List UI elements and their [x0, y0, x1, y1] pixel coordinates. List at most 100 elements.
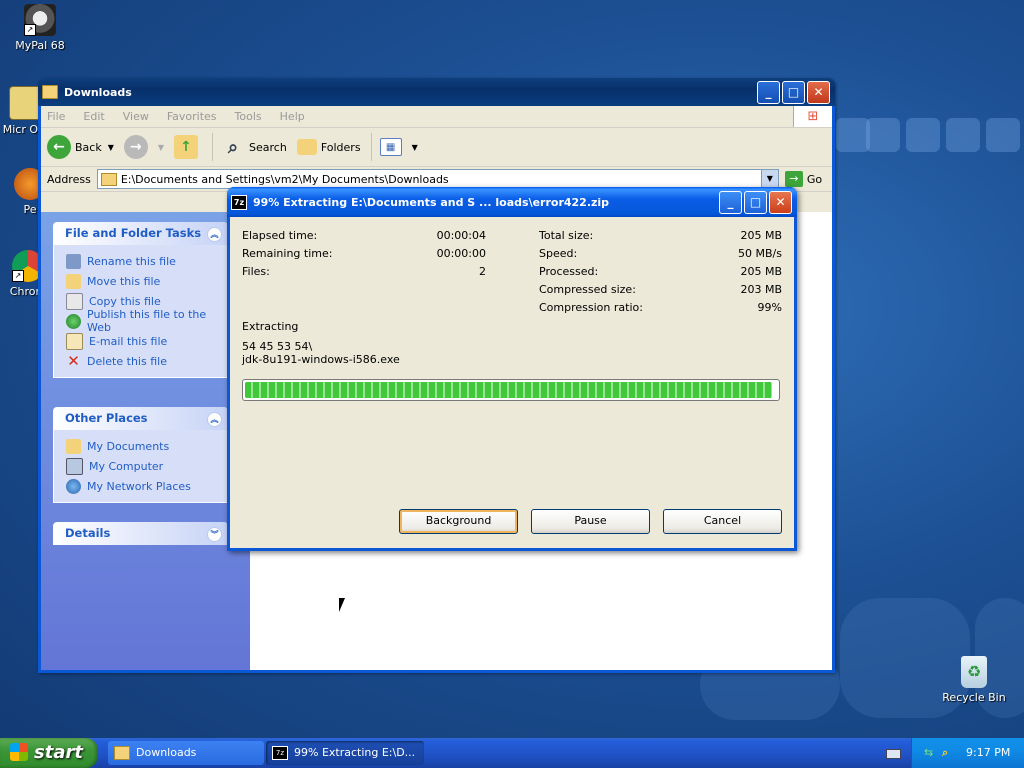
toolbar-divider: [370, 133, 372, 161]
start-label: start: [34, 742, 83, 763]
task-label: Copy this file: [89, 294, 161, 308]
speed-label: Speed:: [539, 247, 578, 260]
taskbar-item-label: Downloads: [136, 746, 197, 759]
compression-ratio-label: Compression ratio:: [539, 301, 643, 314]
forward-arrow-icon: →: [123, 135, 148, 159]
task-delete[interactable]: ✕ Delete this file: [66, 351, 227, 371]
progress-fill: [245, 382, 772, 398]
extract-progress-dialog[interactable]: 7z 99% Extracting E:\Documents and S ...…: [227, 187, 797, 551]
current-path-line1: 54 45 53 54\: [242, 340, 313, 353]
forward-button[interactable]: → ▼: [123, 135, 164, 159]
menu-tools[interactable]: Tools: [235, 110, 262, 123]
collapse-chevron-icon[interactable]: ︽: [207, 227, 222, 242]
task-label: Move this file: [87, 274, 161, 288]
taskbar: start Downloads 7z 99% Extracting E:\D..…: [0, 738, 1024, 768]
panel-header[interactable]: File and Folder Tasks ︽: [53, 222, 228, 245]
panel-header[interactable]: Other Places ︽: [53, 407, 228, 430]
up-folder-button[interactable]: ↑: [174, 135, 202, 159]
folders-icon: [296, 139, 317, 155]
chevron-down-icon[interactable]: ▼: [158, 143, 164, 152]
task-label: E-mail this file: [89, 334, 168, 348]
task-rename[interactable]: Rename this file: [66, 251, 227, 271]
minimize-button[interactable]: _: [719, 190, 742, 214]
envelope-icon: [66, 332, 83, 350]
desktop-icon-label: Recycle Bin: [942, 691, 1006, 704]
clock[interactable]: 9:17 PM: [966, 738, 1010, 768]
menu-file[interactable]: File: [47, 110, 65, 123]
task-publish[interactable]: Publish this file to the Web: [66, 308, 227, 334]
explorer-toolbar: ← Back ▼ → ▼ ↑ ⌕ Search Folders ▦ ▼: [41, 128, 832, 167]
close-button[interactable]: ✕: [769, 190, 792, 214]
place-my-documents[interactable]: My Documents: [66, 436, 227, 456]
globe-icon: [66, 313, 81, 329]
maximize-button[interactable]: □: [744, 190, 767, 214]
seven-zip-icon: 7z: [231, 194, 247, 210]
task-label: Delete this file: [87, 354, 167, 368]
go-arrow-icon: →: [784, 171, 803, 187]
dialog-titlebar[interactable]: 7z 99% Extracting E:\Documents and S ...…: [227, 187, 797, 217]
search-icon: ⌕: [227, 136, 239, 158]
copy-icon: [66, 292, 83, 310]
menu-edit[interactable]: Edit: [83, 110, 104, 123]
file-folder-tasks-panel: File and Folder Tasks ︽ Rename this file…: [53, 222, 228, 378]
rename-icon: [66, 253, 81, 269]
chevron-down-icon[interactable]: ▼: [108, 143, 114, 152]
menu-bar: File Edit View Favorites Tools Help ⊞: [41, 106, 832, 128]
expand-chevron-icon[interactable]: ︾: [207, 527, 222, 542]
compression-ratio-value: 99%: [757, 301, 782, 314]
place-my-network-places[interactable]: My Network Places: [66, 476, 227, 496]
menu-help[interactable]: Help: [280, 110, 305, 123]
search-button[interactable]: ⌕ Search: [221, 135, 287, 159]
taskbar-item-downloads[interactable]: Downloads: [108, 741, 264, 765]
search-icon[interactable]: ⌕: [942, 738, 948, 768]
go-button[interactable]: → Go: [784, 171, 822, 187]
desktop-icon-label: MyPal 68: [15, 39, 65, 52]
windows-logo-icon: ⊞: [793, 106, 832, 127]
menu-view[interactable]: View: [123, 110, 149, 123]
start-button[interactable]: start: [0, 738, 98, 768]
address-value: E:\Documents and Settings\vm2\My Documen…: [120, 172, 449, 186]
close-button[interactable]: ✕: [807, 80, 830, 104]
current-path-line2: jdk-8u191-windows-i586.exe: [242, 353, 400, 366]
processed-value: 205 MB: [740, 265, 782, 278]
place-label: My Computer: [89, 459, 164, 473]
up-folder-icon: ↑: [174, 135, 199, 159]
menu-favorites[interactable]: Favorites: [167, 110, 217, 123]
task-email[interactable]: E-mail this file: [66, 331, 227, 351]
mouse-cursor-icon: [339, 598, 351, 612]
windows-flag-icon: [10, 743, 28, 761]
desktop-icon-mypal[interactable]: ↗ MyPal 68: [0, 4, 80, 52]
maximize-button[interactable]: □: [782, 80, 805, 104]
place-my-computer[interactable]: My Computer: [66, 456, 227, 476]
chevron-down-icon[interactable]: ▼: [760, 170, 778, 188]
toolbar-divider: [212, 133, 214, 161]
folders-button[interactable]: Folders: [296, 139, 361, 155]
remaining-time-value: 00:00:00: [436, 247, 486, 260]
taskbar-item-extracting[interactable]: 7z 99% Extracting E:\D...: [266, 741, 424, 765]
raccoon-app-icon: ↗: [24, 4, 56, 36]
status-text: Extracting: [242, 320, 299, 333]
explorer-titlebar[interactable]: Downloads _ □ ✕: [38, 78, 835, 106]
taskbar-item-label: 99% Extracting E:\D...: [294, 746, 416, 759]
panel-header[interactable]: Details ︾: [53, 522, 228, 545]
task-move[interactable]: Move this file: [66, 271, 227, 291]
address-input[interactable]: E:\Documents and Settings\vm2\My Documen…: [96, 169, 779, 189]
desktop-icon-label: Pe: [23, 203, 37, 216]
background-button[interactable]: Background: [399, 509, 518, 534]
back-label: Back: [75, 140, 102, 154]
folder-icon: [42, 85, 58, 99]
keyboard-icon[interactable]: [886, 749, 901, 759]
folder-icon: [114, 746, 130, 760]
views-button[interactable]: ▦ ▼: [379, 138, 418, 156]
folder-icon: [100, 172, 117, 186]
desktop-icon-recycle-bin[interactable]: ♻ Recycle Bin: [934, 656, 1014, 704]
cancel-button[interactable]: Cancel: [663, 509, 782, 534]
chevron-down-icon[interactable]: ▼: [412, 143, 418, 152]
network-icon[interactable]: ⇆: [924, 738, 933, 768]
pause-button[interactable]: Pause: [531, 509, 650, 534]
collapse-chevron-icon[interactable]: ︽: [207, 412, 222, 427]
back-button[interactable]: ← Back ▼: [47, 135, 114, 159]
system-tray: ⇆ ⌕ 9:17 PM: [911, 738, 1024, 768]
minimize-button[interactable]: _: [757, 80, 780, 104]
task-label: Publish this file to the Web: [87, 308, 207, 334]
